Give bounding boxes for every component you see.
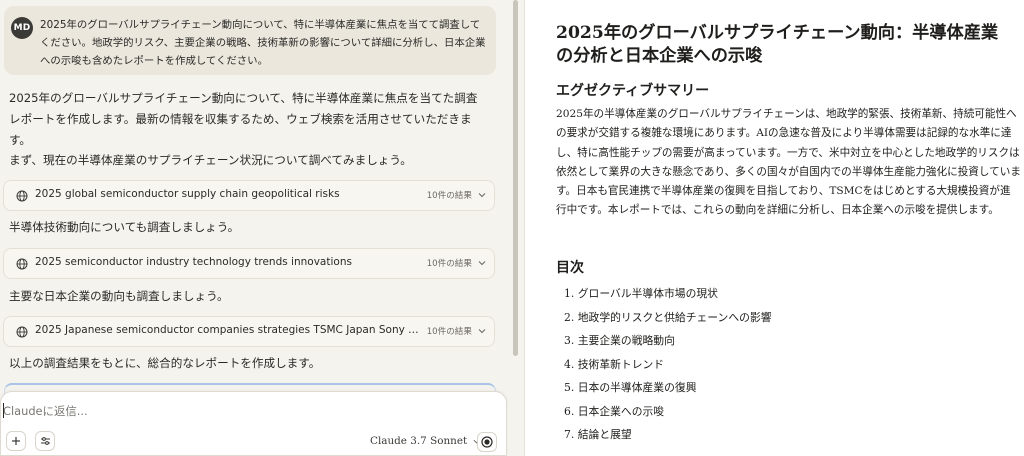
globe-icon [16, 326, 28, 338]
toc-item: 6. 日本企業への示唆 [564, 404, 665, 418]
assistant-paragraph: 半導体技術動向についても調査しましょう。 [9, 220, 240, 234]
search-query: 2025 Japanese semiconductor companies st… [35, 324, 420, 336]
chevron-down-icon[interactable] [478, 327, 486, 335]
globe-icon [16, 190, 28, 202]
assistant-paragraph: 主要な日本企業の動向も調査しましょう。 [9, 289, 229, 303]
toc-item: 1. グローバル半導体市場の現状 [564, 287, 718, 300]
search-query: 2025 global semiconductor supply chain g… [35, 188, 340, 200]
web-search-result[interactable]: 2025 semiconductor industry technology t… [3, 248, 495, 279]
search-query: 2025 semiconductor industry technology t… [35, 256, 352, 268]
table-of-contents: 1. グローバル半導体市場の現状 2. 地政学的リスクと供給チェーンへの影響 3… [564, 282, 772, 447]
report-title: 2025年のグローバルサプライチェーン動向：半導体産業の分析と日本企業への示唆 [556, 23, 999, 66]
toc-item: 7. 結論と展望 [564, 428, 632, 441]
add-button[interactable] [6, 431, 26, 451]
toc-item: 3. 主要企業の戦略動向 [564, 334, 675, 347]
result-count: 10件の結果 [426, 327, 472, 337]
globe-icon [16, 258, 28, 270]
chat-scrollbar-thumb[interactable] [513, 0, 518, 356]
message-composer[interactable]: Claudeに返信... Claude 3.7 Sonnet [0, 391, 507, 456]
model-name: Claude 3.7 Sonnet [370, 435, 468, 447]
toc-item: 5. 日本の半導体産業の復興 [564, 381, 697, 394]
result-count: 10件の結果 [426, 259, 472, 269]
assistant-paragraph: 以上の調査結果をもとに、総合的なレポートを作成します。 [9, 356, 321, 370]
chat-pane: MD 2025年のグローバルサプライチェーン動向について、特に半導体産業に焦点を… [0, 0, 512, 456]
toc-item: 4. 技術革新トレンド [564, 357, 665, 371]
assistant-paragraph: まず、現在の半導体産業のサプライチェーン状況について調べてみましょう。 [9, 153, 412, 167]
web-search-result[interactable]: 2025 global semiconductor supply chain g… [3, 180, 495, 211]
toc-heading: 目次 [556, 260, 584, 276]
chevron-down-icon[interactable] [478, 259, 486, 267]
model-selector[interactable]: Claude 3.7 Sonnet [370, 435, 480, 447]
toc-item: 2. 地政学的リスクと供給チェーンへの影響 [564, 310, 772, 324]
summary-heading: エグゼクティブサマリー [556, 83, 710, 99]
stop-button[interactable] [477, 432, 497, 452]
result-count: 10件の結果 [426, 191, 472, 201]
sliders-icon [40, 437, 50, 445]
stop-icon [481, 436, 493, 448]
chevron-down-icon[interactable] [478, 191, 486, 199]
assistant-paragraph: 2025年のグローバルサプライチェーン動向について、特に半導体産業に焦点を当てた… [9, 91, 478, 147]
reply-input[interactable]: Claudeに返信... [3, 403, 88, 419]
text-caret [3, 403, 4, 418]
user-avatar[interactable]: MD [11, 17, 33, 39]
tools-button[interactable] [35, 431, 55, 451]
summary-text: 2025年の半導体産業のグローバルサプライチェーンは、地政学的緊張、技術革新、持… [556, 108, 1021, 217]
artifact-document: 2025年のグローバルサプライチェーン動向：半導体産業の分析と日本企業への示唆 … [524, 0, 1024, 456]
user-message-text: 2025年のグローバルサプライチェーン動向について、特に半導体産業に焦点を当てて… [40, 19, 486, 67]
web-search-result[interactable]: 2025 Japanese semiconductor companies st… [3, 316, 495, 347]
plus-icon [12, 437, 20, 445]
user-message: MD 2025年のグローバルサプライチェーン動向について、特に半導体産業に焦点を… [4, 6, 496, 75]
